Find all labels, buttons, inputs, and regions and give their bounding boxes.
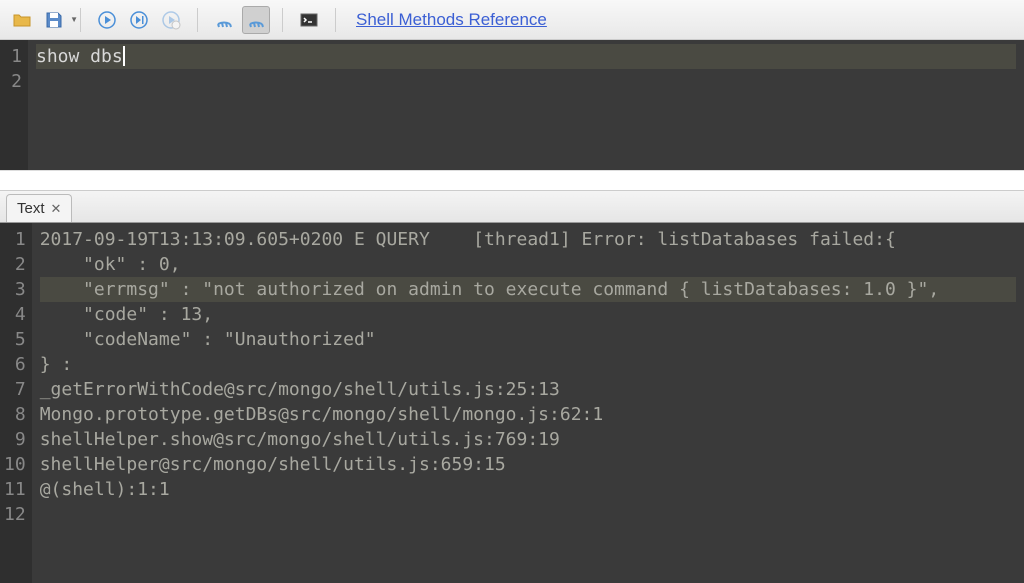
line-number: 12 [4,502,26,527]
line-number: 1 [4,227,26,252]
pane-divider[interactable] [0,170,1024,190]
editor-pane: 1 2 show dbs [0,40,1024,170]
output-tabbar: Text ✕ [0,190,1024,222]
editor-line: show dbs [36,44,1016,69]
output-line: "codeName" : "Unauthorized" [40,327,1016,352]
line-number: 8 [4,402,26,427]
output-line: 2017-09-19T13:13:09.605+0200 E QUERY [th… [40,227,1016,252]
line-number: 2 [4,252,26,277]
output-line: @(shell):1:1 [40,477,1016,502]
line-number: 9 [4,427,26,452]
line-number: 1 [4,44,22,69]
line-number: 6 [4,352,26,377]
separator [80,8,81,32]
chevron-down-icon[interactable]: ▼ [70,15,78,24]
separator [197,8,198,32]
close-icon[interactable]: ✕ [51,201,62,217]
toolbar: ▼ Shell Methods Reference [0,0,1024,40]
clear-output-button[interactable] [242,6,270,34]
output-line: "errmsg" : "not authorized on admin to e… [40,277,1016,302]
output-line: "ok" : 0, [40,252,1016,277]
open-file-button[interactable] [8,6,36,34]
file-group: ▼ [8,6,68,34]
run-step-button[interactable] [125,6,153,34]
line-number: 10 [4,452,26,477]
broom-active-icon [246,10,266,30]
line-number: 5 [4,327,26,352]
floppy-disk-icon [44,10,64,30]
tab-label: Text [17,200,45,217]
clear-input-button[interactable] [210,6,238,34]
output-line: "code" : 13, [40,302,1016,327]
line-number: 2 [4,69,22,94]
broom-icon [214,10,234,30]
tab-text[interactable]: Text ✕ [6,194,72,222]
play-circle-icon [97,10,117,30]
line-number: 3 [4,277,26,302]
line-number: 4 [4,302,26,327]
play-step-icon [129,10,149,30]
line-number: 7 [4,377,26,402]
shell-reference-link[interactable]: Shell Methods Reference [356,10,547,30]
output-pane: 123456789101112 2017-09-19T13:13:09.605+… [0,222,1024,583]
output-gutter: 123456789101112 [0,223,32,583]
run-button[interactable] [93,6,121,34]
terminal-icon [299,10,319,30]
output-line: _getErrorWithCode@src/mongo/shell/utils.… [40,377,1016,402]
output-line: Mongo.prototype.getDBs@src/mongo/shell/m… [40,402,1016,427]
editor-line [36,69,1016,94]
separator [282,8,283,32]
folder-icon [12,10,32,30]
terminal-button[interactable] [295,6,323,34]
editor-content[interactable]: show dbs [28,40,1024,170]
output-line [40,502,1016,527]
clear-group [210,6,270,34]
output-line: } : [40,352,1016,377]
run-scheduled-button [157,6,185,34]
editor-text: show dbs [36,46,123,67]
output-line: shellHelper.show@src/mongo/shell/utils.j… [40,427,1016,452]
output-content[interactable]: 2017-09-19T13:13:09.605+0200 E QUERY [th… [32,223,1024,583]
save-button[interactable]: ▼ [40,6,68,34]
separator [335,8,336,32]
text-cursor [123,46,125,66]
play-clock-icon [161,10,181,30]
output-line: shellHelper@src/mongo/shell/utils.js:659… [40,452,1016,477]
line-number: 11 [4,477,26,502]
execute-group [93,6,185,34]
editor-gutter: 1 2 [0,40,28,170]
